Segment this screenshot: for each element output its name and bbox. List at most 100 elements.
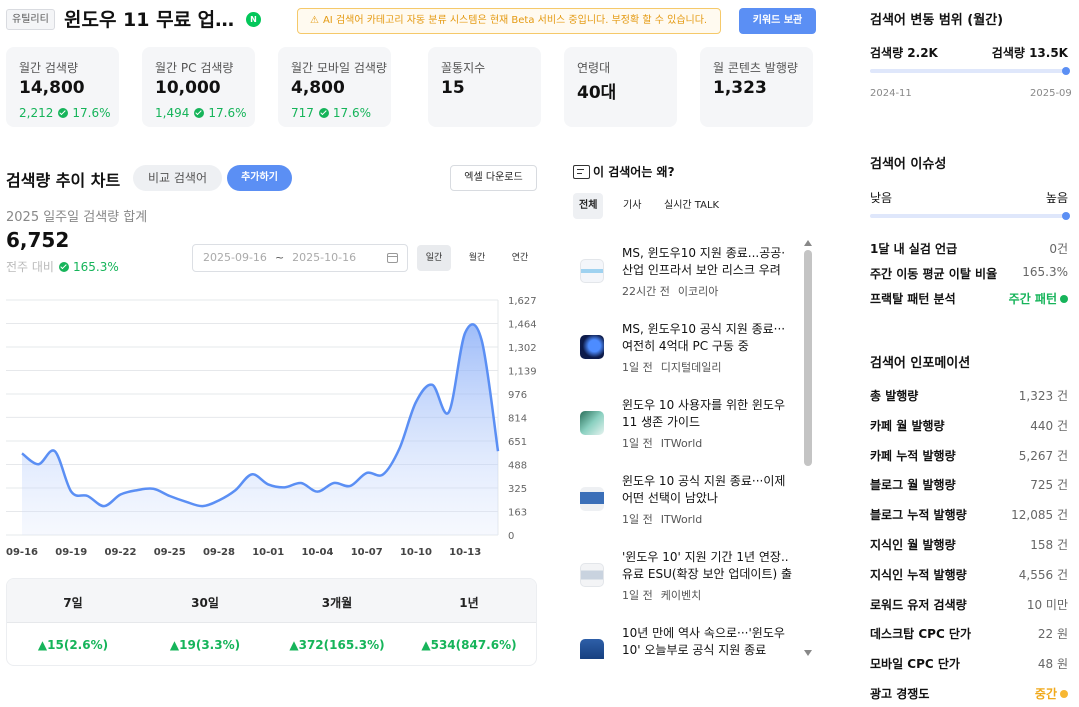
issue-row: 프랙탈 패턴 분석 주간 패턴 xyxy=(870,290,1068,308)
info-row-label: 블로그 누적 발행량 xyxy=(870,508,967,523)
excel-download-button[interactable]: 엑셀 다운로드 xyxy=(450,165,537,191)
x-tick-label: 09-22 xyxy=(104,547,136,558)
info-row: 블로그 누적 발행량 12,085 건 xyxy=(870,506,1068,524)
scroll-down-icon[interactable] xyxy=(804,650,812,656)
news-headline[interactable]: 윈도우 10 사용자를 위한 윈도우 11 생존 가이드 xyxy=(622,397,794,431)
info-row-label: 카페 월 발행량 xyxy=(870,418,945,433)
news-time: 22시간 전 xyxy=(622,285,670,298)
period-yearly-button[interactable]: 연간 xyxy=(503,245,537,271)
news-scrollbar[interactable] xyxy=(804,240,812,656)
news-item[interactable]: 10년 만에 역사 속으로···'윈도우10' 오늘부로 공식 지원 종료 xyxy=(580,625,794,659)
weekly-change-pct: 165.3% xyxy=(72,260,119,274)
issue-low: 낮음 xyxy=(870,191,893,205)
period-value-30d: ▲19(3.3%) xyxy=(169,638,241,652)
stat-value: 10,000 xyxy=(155,78,221,98)
period-header-30d: 30일 xyxy=(191,596,219,610)
issue-row-value: 165.3% xyxy=(1022,265,1068,279)
news-headline[interactable]: '윈도우 10' 지원 기간 1년 연장.. 유료 ESU(확장 보안 업데이트… xyxy=(622,549,794,583)
period-monthly-button[interactable]: 월간 xyxy=(460,245,494,271)
chat-icon xyxy=(573,165,590,179)
x-tick-label: 09-16 xyxy=(6,547,38,558)
news-tab-talk[interactable]: 실시간 TALK xyxy=(658,193,725,219)
news-tab-all[interactable]: 전체 xyxy=(573,193,604,219)
info-row: 총 발행량 1,323 건 xyxy=(870,387,1068,405)
add-keyword-button[interactable]: 추가하기 xyxy=(227,165,292,191)
info-row-value: 48 원 xyxy=(1037,657,1068,672)
x-tick-label: 09-25 xyxy=(154,547,186,558)
news-meta: 1일 전 디지털데일리 xyxy=(622,359,721,375)
beta-notice-text: AI 검색어 카테고리 자동 분류 시스템은 현재 Beta 서비스 중입니다.… xyxy=(322,15,708,26)
info-row-label: 로워드 유저 검색량 xyxy=(870,597,967,612)
range-bar xyxy=(870,67,1070,75)
compare-keyword-button[interactable]: 비교 검색어 xyxy=(133,165,222,191)
issue-high: 높음 xyxy=(1045,191,1068,205)
x-tick-label: 10-01 xyxy=(252,547,284,558)
stat-value: 4,800 xyxy=(291,78,345,98)
issue-scale: 낮음 높음 xyxy=(870,189,1068,207)
beta-notice: ⚠ AI 검색어 카테고리 자동 분류 시스템은 현재 Beta 서비스 중입니다… xyxy=(297,8,721,34)
y-tick-label: 976 xyxy=(508,390,527,401)
news-tab-article[interactable]: 기사 xyxy=(617,193,647,219)
issue-title: 검색어 이슈성 xyxy=(870,157,947,172)
y-tick-label: 1,464 xyxy=(508,320,537,331)
calendar-icon[interactable] xyxy=(387,253,398,263)
news-thumbnail xyxy=(580,639,604,659)
check-icon xyxy=(194,108,205,118)
news-item[interactable]: 윈도우 10 사용자를 위한 윈도우 11 생존 가이드 1일 전 ITWorld xyxy=(580,397,794,473)
news-headline[interactable]: MS, 윈도우10 공식 지원 종료···여전히 4억대 PC 구동 중 [MO… xyxy=(622,321,794,355)
info-row: 카페 월 발행량 440 건 xyxy=(870,417,1068,435)
stat-value: 1,323 xyxy=(713,78,767,98)
range-labels: 검색량 2.2K 검색량 13.5K xyxy=(870,44,1068,62)
info-row-label: 모바일 CPC 단가 xyxy=(870,657,960,672)
news-source: 디지털데일리 xyxy=(660,361,722,374)
y-tick-label: 651 xyxy=(508,437,527,448)
range-end-date: 2025-09 xyxy=(1030,88,1072,99)
stat-delta-count: 717 xyxy=(291,106,314,120)
stat-card-mobile: 월간 모바일 검색량 4,800 717 17.6% xyxy=(278,47,391,127)
date-range-picker[interactable]: 2025-09-16 ~2025-10-16 xyxy=(192,244,408,272)
info-row: 카페 누적 발행량 5,267 건 xyxy=(870,447,1068,465)
stat-label: 꼴통지수 xyxy=(441,61,486,75)
period-change-table: 7일 30일 3개월 1년 ▲15(2.6%) ▲19(3.3%) ▲372(1… xyxy=(6,578,537,666)
stat-label: 월 콘텐츠 발행량 xyxy=(713,61,798,75)
check-icon xyxy=(58,262,69,272)
x-tick-label: 09-28 xyxy=(203,547,235,558)
stat-label: 월간 모바일 검색량 xyxy=(291,61,387,75)
news-headline[interactable]: MS, 윈도우10 지원 종료...공공·산업 인프라서 보안 리스크 우려 xyxy=(622,245,794,279)
status-dot-icon xyxy=(1060,295,1068,303)
y-tick-label: 1,627 xyxy=(508,296,537,307)
stat-label: 월간 검색량 xyxy=(19,61,79,75)
period-daily-button[interactable]: 일간 xyxy=(417,245,451,271)
news-thumbnail xyxy=(580,259,604,283)
news-time: 1일 전 xyxy=(622,513,653,526)
scroll-up-icon[interactable] xyxy=(804,240,812,246)
news-headline[interactable]: 윈도우 10 공식 지원 종료···이제 어떤 선택이 남았나 xyxy=(622,473,794,507)
scroll-thumb[interactable] xyxy=(804,250,812,466)
news-thumbnail xyxy=(580,335,604,359)
news-time: 1일 전 xyxy=(622,437,653,450)
date-from[interactable]: 2025-09-16 xyxy=(203,251,267,264)
news-item[interactable]: MS, 윈도우10 공식 지원 종료···여전히 4억대 PC 구동 중 [MO… xyxy=(580,321,794,397)
info-row-value: 12,085 건 xyxy=(1011,508,1068,523)
stat-card-pc: 월간 PC 검색량 10,000 1,494 17.6% xyxy=(142,47,255,127)
issue-row-value: 0건 xyxy=(1049,242,1068,256)
info-row: 광고 경쟁도 중간 xyxy=(870,685,1068,703)
news-item[interactable]: '윈도우 10' 지원 기간 1년 연장.. 유료 ESU(확장 보안 업데이트… xyxy=(580,549,794,625)
news-item[interactable]: MS, 윈도우10 지원 종료...공공·산업 인프라서 보안 리스크 우려 2… xyxy=(580,245,794,321)
info-row-label: 블로그 월 발행량 xyxy=(870,478,956,493)
info-row-label: 광고 경쟁도 xyxy=(870,687,930,701)
info-row-label: 총 발행량 xyxy=(870,389,919,403)
naver-icon[interactable]: N xyxy=(246,12,261,27)
y-tick-label: 163 xyxy=(508,507,527,518)
news-item[interactable]: 윈도우 10 공식 지원 종료···이제 어떤 선택이 남았나 1일 전 ITWo… xyxy=(580,473,794,549)
save-keyword-button[interactable]: 키워드 보관 xyxy=(739,8,816,34)
date-separator: ~ xyxy=(274,251,285,264)
period-value-3m: ▲372(165.3%) xyxy=(289,638,385,652)
stat-delta: 2,212 17.6% xyxy=(19,106,119,120)
date-to[interactable]: 2025-10-16 xyxy=(292,251,356,264)
x-tick-label: 10-04 xyxy=(301,547,333,558)
issue-bar xyxy=(870,212,1070,220)
info-row-value: 5,267 건 xyxy=(1018,448,1068,463)
stat-card-content: 월 콘텐츠 발행량 1,323 xyxy=(700,47,813,127)
news-headline[interactable]: 10년 만에 역사 속으로···'윈도우10' 오늘부로 공식 지원 종료 xyxy=(622,625,794,659)
